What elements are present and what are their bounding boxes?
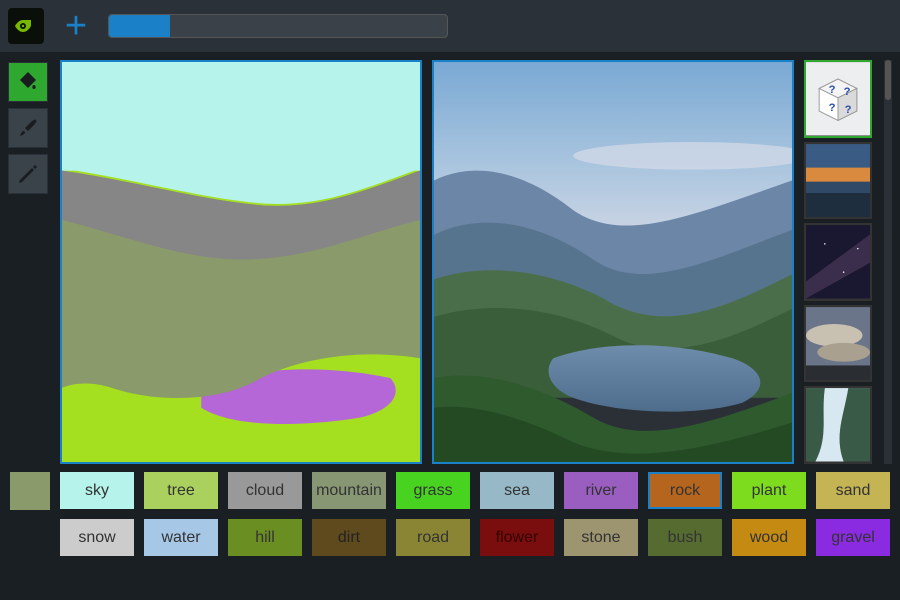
swatch-label: grass <box>413 482 452 500</box>
swatch-sky[interactable]: sky <box>60 472 134 509</box>
style-sunset[interactable] <box>804 142 872 220</box>
current-color-swatch <box>10 472 50 510</box>
nvidia-eye-icon <box>14 18 38 34</box>
swatch-snow[interactable]: snow <box>60 519 134 556</box>
tool-column <box>8 60 50 464</box>
swatch-dirt[interactable]: dirt <box>312 519 386 556</box>
swatch-label: sky <box>85 482 109 500</box>
swatch-hill[interactable]: hill <box>228 519 302 556</box>
clouds-thumb <box>806 307 870 381</box>
style-clouds[interactable] <box>804 305 872 383</box>
style-milkyway[interactable] <box>804 223 872 301</box>
swatch-label: water <box>161 529 200 547</box>
bucket-icon <box>16 70 40 94</box>
milkyway-thumb <box>806 225 870 299</box>
segmentation-canvas[interactable] <box>60 60 422 464</box>
output-canvas <box>432 60 794 464</box>
swatch-label: stone <box>581 529 620 547</box>
style-scrollbar[interactable] <box>884 60 892 464</box>
svg-text:?: ? <box>845 104 852 116</box>
swatch-label: flower <box>496 529 539 547</box>
swatch-flower[interactable]: flower <box>480 519 554 556</box>
svg-text:?: ? <box>829 102 836 114</box>
swatch-grass[interactable]: grass <box>396 472 470 509</box>
swatch-label: cloud <box>246 482 284 500</box>
swatch-tree[interactable]: tree <box>144 472 218 509</box>
palette-row-2: snow water hill dirt road flower stone bush wood… <box>10 519 890 556</box>
brush-tool-button[interactable] <box>8 108 48 148</box>
swatch-label: snow <box>78 529 115 547</box>
swatch-label: sea <box>504 482 530 500</box>
svg-text:?: ? <box>829 84 836 96</box>
style-column: ? ? ? ? <box>804 60 874 464</box>
swatch-gravel[interactable]: gravel <box>816 519 890 556</box>
style-waterfall[interactable] <box>804 386 872 464</box>
generated-image <box>434 62 792 462</box>
swatch-label: mountain <box>316 482 382 500</box>
swatch-stone[interactable]: stone <box>564 519 638 556</box>
palette: sky tree cloud mountain grass sea river rock pla… <box>0 472 900 566</box>
sunset-thumb <box>806 144 870 218</box>
workspace: ? ? ? ? <box>0 52 900 472</box>
swatch-bush[interactable]: bush <box>648 519 722 556</box>
swatch-label: plant <box>752 482 787 500</box>
swatch-label: wood <box>750 529 788 547</box>
slider-fill <box>109 15 170 37</box>
swatch-plant[interactable]: plant <box>732 472 806 509</box>
add-button[interactable]: + <box>58 8 94 44</box>
style-random[interactable]: ? ? ? ? <box>804 60 872 138</box>
swatch-rock[interactable]: rock <box>648 472 722 509</box>
swatch-water[interactable]: water <box>144 519 218 556</box>
pencil-tool-button[interactable] <box>8 154 48 194</box>
swatch-label: hill <box>255 529 275 547</box>
swatch-river[interactable]: river <box>564 472 638 509</box>
pencil-icon <box>16 162 40 186</box>
dice-icon: ? ? ? ? <box>806 62 870 136</box>
plus-icon: + <box>65 5 87 48</box>
swatch-label: rock <box>670 482 700 500</box>
swatch-cloud[interactable]: cloud <box>228 472 302 509</box>
brush-icon <box>16 116 40 140</box>
scrollbar-thumb[interactable] <box>885 60 891 100</box>
swatch-label: gravel <box>831 529 875 547</box>
top-slider[interactable] <box>108 14 448 38</box>
logo-button[interactable] <box>8 8 44 44</box>
swatch-label: tree <box>167 482 195 500</box>
swatch-sand[interactable]: sand <box>816 472 890 509</box>
swatch-wood[interactable]: wood <box>732 519 806 556</box>
swatch-label: sand <box>836 482 871 500</box>
top-bar: + <box>0 0 900 52</box>
swatch-label: river <box>585 482 616 500</box>
swatch-mountain[interactable]: mountain <box>312 472 386 509</box>
segmentation-drawing <box>62 62 420 462</box>
swatch-label: dirt <box>338 529 360 547</box>
swatch-sea[interactable]: sea <box>480 472 554 509</box>
waterfall-thumb <box>806 388 870 462</box>
swatch-road[interactable]: road <box>396 519 470 556</box>
svg-text:?: ? <box>844 86 851 98</box>
fill-tool-button[interactable] <box>8 62 48 102</box>
swatch-label: bush <box>668 529 703 547</box>
palette-row-1: sky tree cloud mountain grass sea river rock pla… <box>10 472 890 510</box>
swatch-label: road <box>417 529 449 547</box>
